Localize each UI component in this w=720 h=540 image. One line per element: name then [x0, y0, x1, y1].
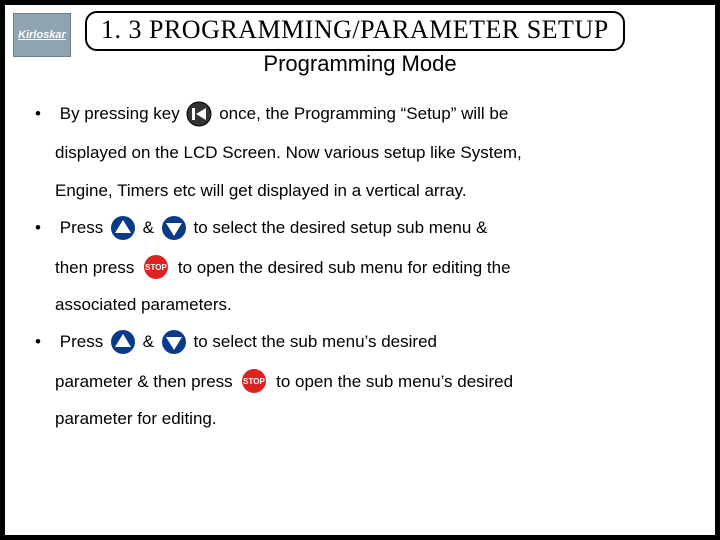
prev-track-icon	[186, 101, 212, 127]
stop-icon: STOP	[239, 368, 269, 394]
brand-logo-text: Kirloskar	[18, 29, 66, 41]
text: associated parameters.	[27, 286, 693, 323]
list-item: • By pressing key once, the Programming …	[27, 95, 693, 132]
text: &	[143, 218, 154, 237]
text: Engine, Timers etc will get displayed in…	[27, 172, 693, 209]
text: once, the Programming “Setup” will be	[219, 104, 508, 123]
text: parameter & then press	[55, 372, 233, 391]
text: to open the desired sub menu for editing…	[178, 258, 511, 277]
bullet-dot: •	[35, 323, 55, 360]
stop-label: STOP	[145, 263, 167, 272]
text: parameter for editing.	[27, 400, 693, 437]
text: &	[143, 332, 154, 351]
down-arrow-icon	[161, 329, 187, 355]
list-item: • Press & to select the sub menu’s desir…	[27, 323, 693, 360]
down-arrow-icon	[161, 215, 187, 241]
body-content: • By pressing key once, the Programming …	[27, 95, 693, 438]
bullet-dot: •	[35, 209, 55, 246]
text: Press	[60, 218, 103, 237]
up-arrow-icon	[110, 215, 136, 241]
stop-label: STOP	[244, 377, 266, 386]
text: then press	[55, 258, 134, 277]
text: displayed on the LCD Screen. Now various…	[27, 134, 693, 171]
text: to select the desired setup sub menu &	[193, 218, 487, 237]
page-subtitle-text: Programming Mode	[263, 51, 456, 76]
text: to open the sub menu’s desired	[276, 372, 513, 391]
slide-page: Kirloskar 1. 3 PROGRAMMING/PARAMETER SET…	[0, 0, 720, 540]
text: By pressing key	[60, 104, 180, 123]
text: to select the sub menu’s desired	[193, 332, 437, 351]
page-subtitle: Programming Mode	[5, 51, 715, 77]
text: Press	[60, 332, 103, 351]
text-line: then press STOP to open the desired sub …	[27, 249, 693, 286]
page-title-text: 1. 3 PROGRAMMING/PARAMETER SETUP	[101, 15, 609, 44]
list-item: • Press & to select the desired setup su…	[27, 209, 693, 246]
page-title: 1. 3 PROGRAMMING/PARAMETER SETUP	[85, 11, 625, 51]
up-arrow-icon	[110, 329, 136, 355]
stop-icon: STOP	[141, 254, 171, 280]
bullet-dot: •	[35, 95, 55, 132]
text-line: parameter & then press STOP to open the …	[27, 363, 693, 400]
